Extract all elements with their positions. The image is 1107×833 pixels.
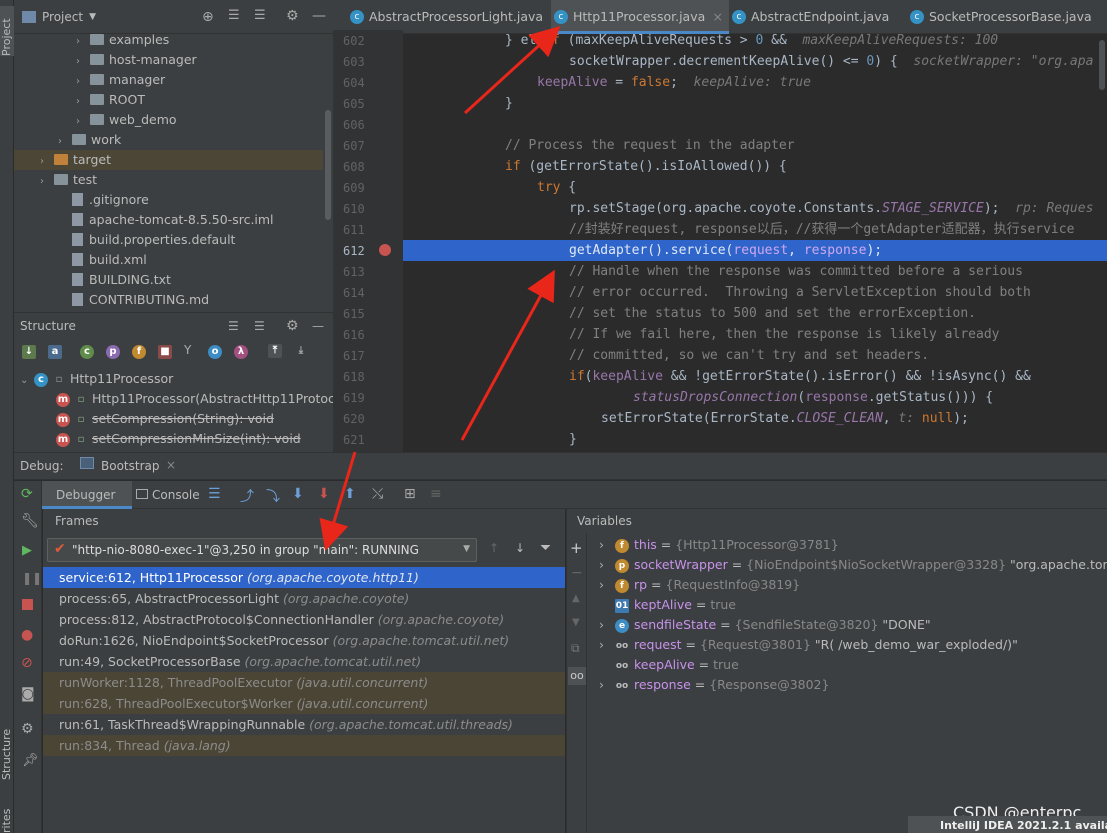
annotation-arrow-to-thread bbox=[319, 451, 357, 551]
annotation-arrow-to-tab bbox=[463, 25, 561, 115]
annotation-arrow-to-line bbox=[460, 269, 555, 441]
annotation-arrows bbox=[319, 25, 561, 551]
